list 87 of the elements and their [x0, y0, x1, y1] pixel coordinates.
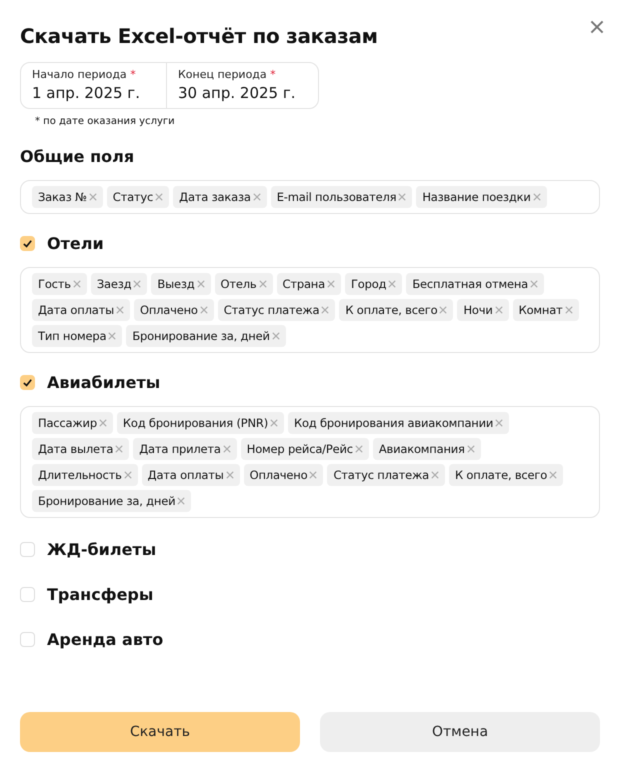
- tag-label: Статус: [112, 190, 154, 204]
- tag-label: Дата оплаты: [148, 468, 224, 482]
- remove-icon[interactable]: [494, 306, 503, 314]
- tag-label: Дата вылета: [38, 442, 114, 456]
- tag-label: Код бронирования (PNR): [122, 416, 268, 430]
- section-title: ЖД-билеты: [47, 540, 156, 559]
- section-title: Общие поля: [20, 147, 134, 166]
- cancel-button[interactable]: Отмена: [320, 712, 600, 752]
- remove-icon[interactable]: [431, 471, 439, 479]
- remove-icon[interactable]: [124, 471, 132, 479]
- remove-icon[interactable]: [388, 280, 396, 288]
- tag-label: Страна: [282, 277, 325, 291]
- remove-icon[interactable]: [439, 306, 448, 314]
- remove-icon[interactable]: [272, 332, 280, 340]
- remove-icon[interactable]: [466, 445, 475, 453]
- remove-icon[interactable]: [196, 280, 205, 288]
- remove-icon[interactable]: [398, 193, 406, 201]
- tag-label: Выезд: [157, 277, 195, 291]
- tag-label: Комнат: [518, 303, 563, 317]
- remove-icon[interactable]: [177, 497, 186, 505]
- tag-label: Заказ №: [38, 190, 87, 204]
- tag-label: Отель: [220, 277, 257, 291]
- remove-icon[interactable]: [108, 332, 116, 340]
- remove-icon[interactable]: [549, 471, 558, 479]
- remove-icon[interactable]: [72, 280, 81, 288]
- footnote: * по дате оказания услуги: [35, 116, 176, 127]
- remove-icon[interactable]: [88, 193, 97, 201]
- remove-icon[interactable]: [564, 306, 573, 314]
- tag-label: Дата прилета: [139, 442, 221, 456]
- tags-field[interactable]: Гость Заезд Выезд Отель Страна Город Бесплатная отмена Дата оплаты Оплачено Статус платежа К оплате, всего Ночи Комнат Тип номера Бронирование за, дней: [20, 267, 600, 353]
- close-icon[interactable]: [590, 20, 604, 34]
- tag-label: Оплачено: [250, 468, 308, 482]
- tag-label: Бронирование за, дней: [132, 329, 270, 343]
- tag-label: E-mail пользователя: [276, 190, 396, 204]
- checkbox[interactable]: [20, 375, 35, 390]
- tag-label: Бесплатная отмена: [412, 277, 528, 291]
- remove-icon[interactable]: [155, 193, 164, 201]
- tag-label: К оплате, всего: [345, 303, 438, 317]
- section-title: Аренда авто: [47, 630, 164, 649]
- remove-icon[interactable]: [252, 193, 261, 201]
- remove-icon[interactable]: [133, 280, 142, 288]
- remove-icon[interactable]: [222, 445, 231, 453]
- checkbox[interactable]: [20, 632, 35, 647]
- tag-label: Дата заказа: [179, 190, 251, 204]
- tag-label: Номер рейса/Рейс: [246, 442, 353, 456]
- tag-label: К оплате, всего: [455, 468, 548, 482]
- remove-icon[interactable]: [98, 419, 107, 427]
- tag-label: Пассажир: [38, 416, 97, 430]
- check-icon: [22, 377, 33, 388]
- remove-icon[interactable]: [270, 419, 278, 427]
- check-icon: [22, 238, 33, 249]
- tags-field[interactable]: Заказ № Статус Дата заказа E-mail пользователя Название поездки: [20, 180, 600, 214]
- tag-label: Заезд: [96, 277, 132, 291]
- tag-label: Город: [350, 277, 386, 291]
- tag-label: Название поездки: [422, 190, 531, 204]
- checkbox[interactable]: [20, 236, 35, 251]
- remove-icon[interactable]: [326, 280, 335, 288]
- tag-label: Бронирование за, дней: [38, 494, 176, 508]
- section-title: Трансферы: [47, 585, 154, 604]
- remove-icon[interactable]: [309, 471, 318, 479]
- tag-label: Оплачено: [140, 303, 198, 317]
- remove-icon[interactable]: [321, 306, 330, 314]
- tag-label: Код бронирования авиакомпании: [294, 416, 494, 430]
- remove-icon[interactable]: [226, 471, 234, 479]
- checkbox[interactable]: [20, 542, 35, 557]
- tag-label: Статус платежа: [333, 468, 429, 482]
- tag-label: Авиакомпания: [378, 442, 465, 456]
- dialog-title: Скачать Excel-отчёт по заказам: [20, 24, 378, 48]
- tag-label: Длительность: [38, 468, 122, 482]
- remove-icon[interactable]: [200, 306, 208, 314]
- section-title: Отели: [47, 234, 104, 253]
- remove-icon[interactable]: [354, 445, 363, 453]
- remove-icon[interactable]: [258, 280, 267, 288]
- remove-icon[interactable]: [115, 445, 124, 453]
- tag-label: Дата оплаты: [38, 303, 114, 317]
- tag-label: Тип номера: [38, 329, 106, 343]
- remove-icon[interactable]: [532, 193, 541, 201]
- remove-icon[interactable]: [495, 419, 504, 427]
- tag-label: Статус платежа: [224, 303, 320, 317]
- section-title: Авиабилеты: [47, 373, 160, 392]
- download-button[interactable]: Скачать: [20, 712, 300, 752]
- tags-field[interactable]: [20, 406, 600, 518]
- remove-icon[interactable]: [116, 306, 124, 314]
- tag-label: Гость: [38, 277, 71, 291]
- checkbox[interactable]: [20, 587, 35, 602]
- tag-label: Ночи: [463, 303, 493, 317]
- remove-icon[interactable]: [530, 280, 538, 288]
